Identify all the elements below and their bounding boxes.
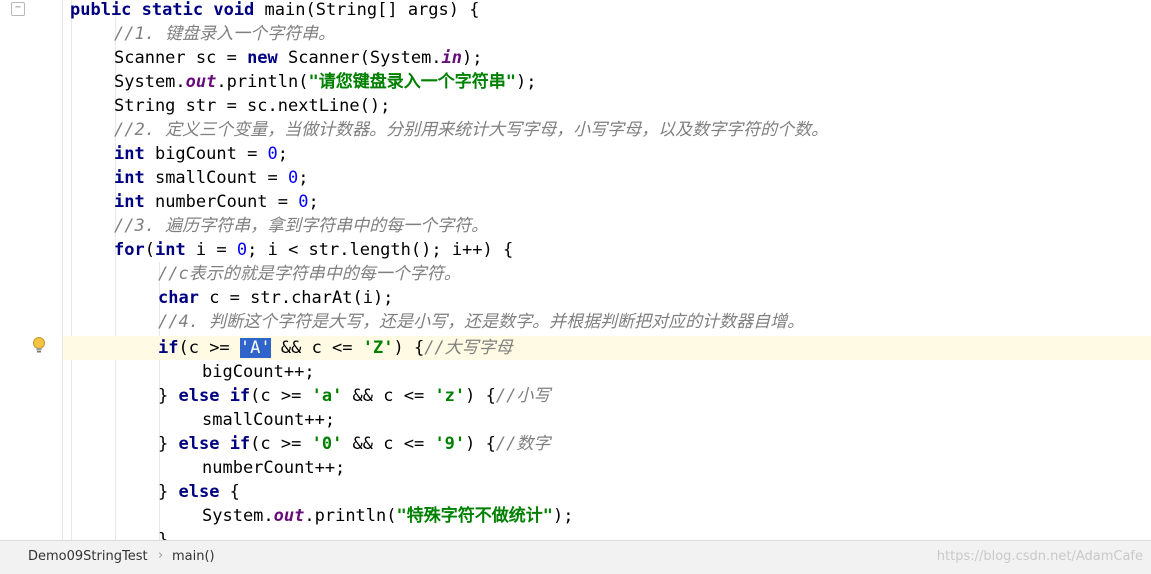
code-line-5: String str = sc.nextLine(); (114, 96, 391, 116)
editor-gutter: − (0, 0, 63, 540)
code-line-12: //c表示的就是字符串中的每一个字符。 (158, 264, 461, 284)
code-line-16: bigCount++; (202, 362, 315, 382)
code-line-23: } (158, 530, 169, 540)
code-line-13: char c = str.charAt(i); (158, 288, 394, 308)
code-line-14: //4. 判断这个字符是大写，还是小写，还是数字。并根据判断把对应的计数器自增。 (158, 312, 805, 332)
code-editor[interactable]: public static void main(String[] args) {… (63, 0, 1151, 540)
watermark-text: https://blog.csdn.net/AdamCafe (936, 549, 1143, 564)
code-line-4: System.out.println("请您键盘录入一个字符串"); (114, 72, 537, 92)
breadcrumb: Demo09StringTest › main() https://blog.c… (0, 540, 1151, 574)
code-line-7: int bigCount = 0; (114, 144, 289, 164)
fold-marker-icon[interactable]: − (11, 2, 25, 16)
breadcrumb-separator: › (158, 548, 164, 563)
code-line-17: } else if(c >= 'a' && c <= 'z') {//小写 (158, 386, 551, 406)
indent-guide (71, 0, 72, 540)
breadcrumb-item-class[interactable]: Demo09StringTest (28, 549, 148, 564)
code-line-19: } else if(c >= '0' && c <= '9') {//数字 (158, 434, 551, 454)
code-line-8: int smallCount = 0; (114, 168, 309, 188)
code-line-18: smallCount++; (202, 410, 336, 430)
breadcrumb-item-method[interactable]: main() (172, 549, 215, 564)
code-line-3: Scanner sc = new Scanner(System.in); (114, 48, 483, 68)
code-line-20: numberCount++; (202, 458, 346, 478)
text-selection: 'A' (239, 338, 271, 358)
code-line-9: int numberCount = 0; (114, 192, 319, 212)
code-line-1: public static void main(String[] args) { (70, 0, 480, 20)
code-line-22: System.out.println("特殊字符不做统计"); (202, 506, 574, 526)
code-line-15: if(c >= 'A' && c <= 'Z') {//大写字母 (158, 338, 513, 358)
code-line-11: for(int i = 0; i < str.length(); i++) { (114, 240, 514, 260)
code-line-21: } else { (158, 482, 240, 502)
code-line-10: //3. 遍历字符串，拿到字符串中的每一个字符。 (114, 216, 489, 236)
lightbulb-icon[interactable] (31, 336, 47, 354)
code-line-6: //2. 定义三个变量，当做计数器。分别用来统计大写字母，小写字母，以及数字字符… (114, 120, 829, 140)
code-line-2: //1. 键盘录入一个字符串。 (114, 24, 336, 44)
